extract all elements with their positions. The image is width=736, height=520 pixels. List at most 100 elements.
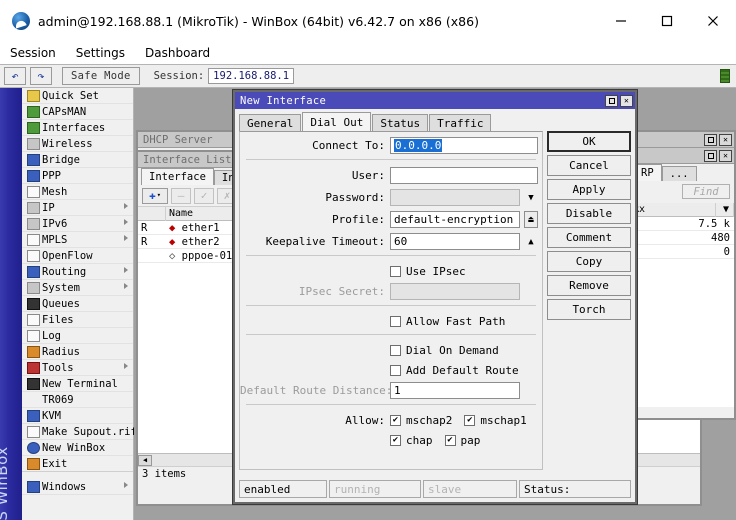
- row-name-text: ether2: [181, 235, 220, 248]
- row-flag: R: [141, 235, 148, 248]
- session-input[interactable]: 192.168.88.1: [208, 68, 295, 84]
- table-row[interactable]: 0: [630, 245, 734, 259]
- close-icon[interactable]: [690, 0, 736, 42]
- profile-input[interactable]: default-encryption: [390, 211, 520, 228]
- sidebar-item-ppp[interactable]: PPP: [22, 168, 133, 184]
- scroll-left-icon[interactable]: ◀: [138, 454, 152, 466]
- table-row[interactable]: 480: [630, 231, 734, 245]
- tab-status[interactable]: Status: [372, 114, 429, 131]
- column-flag[interactable]: [138, 206, 166, 221]
- tools-icon: [26, 361, 40, 374]
- mschap1-checkbox[interactable]: ✔: [464, 414, 476, 426]
- sidebar-item-routing[interactable]: Routing: [22, 264, 133, 280]
- enable-interface-button[interactable]: ✓: [194, 187, 214, 204]
- sidebar-item-log[interactable]: Log: [22, 328, 133, 344]
- sidebar-item-mpls[interactable]: MPLS: [22, 232, 133, 248]
- allow-fast-path-label: Allow Fast Path: [406, 314, 506, 328]
- tab-general[interactable]: General: [239, 114, 302, 131]
- menu-settings[interactable]: Settings: [66, 42, 135, 64]
- sidebar-item-wireless[interactable]: Wireless: [22, 136, 133, 152]
- default-route-distance-input[interactable]: 1: [390, 382, 520, 399]
- sidebar-item-files[interactable]: Files: [22, 312, 133, 328]
- default-route-distance-row: Default Route Distance: 1: [240, 381, 542, 400]
- sidebar-item-new-winbox[interactable]: New WinBox: [22, 440, 133, 456]
- copy-button[interactable]: Copy: [547, 251, 631, 272]
- add-interface-button[interactable]: ✚ ▾: [142, 187, 168, 204]
- sidebar-item-queues[interactable]: Queues: [22, 296, 133, 312]
- find-input[interactable]: Find: [682, 184, 730, 199]
- undo-icon[interactable]: ↶: [4, 67, 26, 85]
- cancel-button[interactable]: Cancel: [547, 155, 631, 176]
- tab-interface[interactable]: Interface: [141, 168, 214, 185]
- connect-to-input[interactable]: 0.0.0.0: [390, 137, 538, 154]
- sidebar-item-interfaces[interactable]: Interfaces: [22, 120, 133, 136]
- sidebar-item-system[interactable]: System: [22, 280, 133, 296]
- allow-fast-path-checkbox[interactable]: [390, 315, 401, 327]
- sidebar-item-make-supout[interactable]: Make Supout.rif: [22, 424, 137, 440]
- ok-button[interactable]: OK: [547, 131, 631, 152]
- user-input[interactable]: [390, 167, 538, 184]
- sidebar-item-quick-set[interactable]: Quick Set: [22, 88, 133, 104]
- remove-button[interactable]: Remove: [547, 275, 631, 296]
- minimize-icon[interactable]: [598, 0, 644, 42]
- maximize-icon[interactable]: [644, 0, 690, 42]
- ipsec-secret-input[interactable]: [390, 283, 520, 300]
- chap-checkbox[interactable]: ✔: [390, 434, 401, 446]
- sidebar-item-exit[interactable]: Exit: [22, 456, 133, 472]
- chevron-right-icon: [124, 267, 128, 273]
- tab-more[interactable]: ...: [661, 166, 697, 181]
- keepalive-input[interactable]: 60: [390, 233, 520, 250]
- right-table-body: 7.5 k 480 0: [630, 217, 734, 407]
- add-default-route-checkbox[interactable]: [390, 364, 401, 376]
- menu-session[interactable]: Session: [0, 42, 66, 64]
- dial-on-demand-checkbox[interactable]: [390, 344, 401, 356]
- torch-button[interactable]: Torch: [547, 299, 631, 320]
- remove-interface-button[interactable]: —: [171, 187, 191, 204]
- sidebar-item-ip[interactable]: IP: [22, 200, 133, 216]
- redo-icon[interactable]: ↷: [30, 67, 52, 85]
- sidebar-item-windows[interactable]: Windows: [22, 479, 133, 495]
- password-input[interactable]: [390, 189, 520, 206]
- sidebar-item-openflow[interactable]: OpenFlow: [22, 248, 133, 264]
- sidebar-item-kvm[interactable]: KVM: [22, 408, 133, 424]
- interface-icon: ◆: [169, 235, 176, 248]
- sidebar-item-capsman[interactable]: CAPsMAN: [22, 104, 133, 120]
- sidebar-item-new-terminal[interactable]: New Terminal: [22, 376, 133, 392]
- right-window-titlebar-top: ✕: [630, 132, 734, 148]
- disable-button[interactable]: Disable: [547, 203, 631, 224]
- profile-dropdown-icon[interactable]: ⏏: [524, 211, 538, 228]
- menu-dashboard[interactable]: Dashboard: [135, 42, 220, 64]
- password-dropdown-icon[interactable]: ▼: [524, 189, 538, 206]
- sidebar-item-mesh[interactable]: Mesh: [22, 184, 133, 200]
- sidebar-item-ipv6[interactable]: IPv6: [22, 216, 133, 232]
- sidebar-item-label: Exit: [42, 457, 68, 470]
- chevron-right-icon: [124, 203, 128, 209]
- dialog-close-icon[interactable]: ✕: [620, 94, 633, 107]
- window-titlebar: admin@192.168.88.1 (MikroTik) - WinBox (…: [0, 0, 736, 42]
- sidebar-item-radius[interactable]: Radius: [22, 344, 133, 360]
- sidebar-item-bridge[interactable]: Bridge: [22, 152, 133, 168]
- tab-dial-out[interactable]: Dial Out: [302, 112, 372, 131]
- pap-checkbox[interactable]: ✔: [444, 434, 456, 446]
- tab-rp[interactable]: RP: [633, 164, 662, 181]
- keepalive-stepper-icon[interactable]: ▲: [524, 233, 538, 250]
- new-interface-dialog[interactable]: New Interface ✕ General Dial Out Status …: [233, 90, 637, 504]
- right-close2-icon[interactable]: ✕: [719, 149, 732, 162]
- use-ipsec-checkbox[interactable]: [390, 265, 401, 277]
- sidebar-brand-label: RouterOS WinBox: [0, 446, 11, 520]
- dialog-maximize-icon[interactable]: [605, 94, 618, 107]
- comment-button[interactable]: Comment: [547, 227, 631, 248]
- right-close-icon[interactable]: ✕: [719, 133, 732, 146]
- column-menu-icon[interactable]: ▼: [716, 202, 734, 217]
- apply-button[interactable]: Apply: [547, 179, 631, 200]
- mschap2-checkbox[interactable]: ✔: [390, 414, 401, 426]
- right-detail-window[interactable]: ✕ ✕ RP ... Find Rx ▼ 7.5 k 480 0: [628, 130, 736, 420]
- sidebar-item-tools[interactable]: Tools: [22, 360, 133, 376]
- sidebar-item-tr069[interactable]: TR069: [22, 392, 133, 408]
- right-maximize2-icon[interactable]: [704, 149, 717, 162]
- safe-mode-button[interactable]: Safe Mode: [62, 67, 140, 85]
- column-rx[interactable]: Rx: [630, 202, 716, 217]
- right-maximize-icon[interactable]: [704, 133, 717, 146]
- table-row[interactable]: 7.5 k: [630, 217, 734, 231]
- tab-traffic[interactable]: Traffic: [429, 114, 492, 131]
